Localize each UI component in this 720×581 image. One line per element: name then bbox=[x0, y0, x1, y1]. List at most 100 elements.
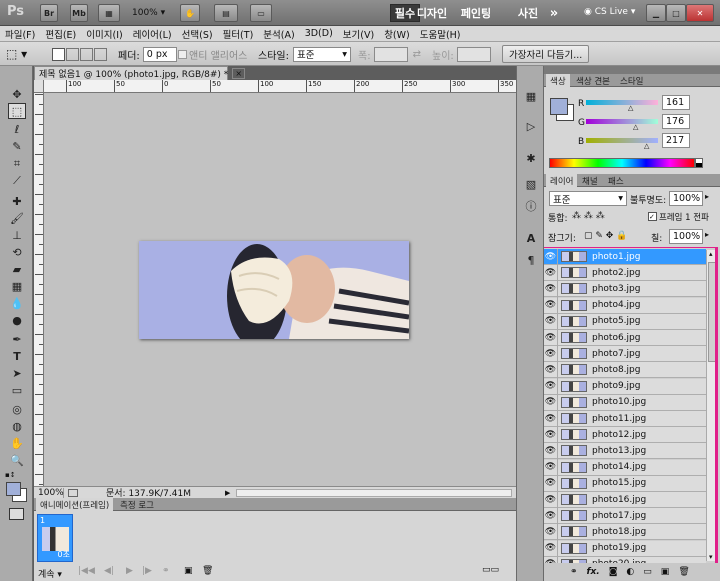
menu-layer[interactable]: 레이어(L) bbox=[128, 27, 177, 41]
type-panel-icon[interactable]: A bbox=[523, 230, 539, 246]
arrange-documents-button[interactable]: ▤ bbox=[214, 4, 238, 22]
refine-edge-button[interactable]: 가장자리 다듬기... bbox=[502, 45, 590, 63]
unify-icons[interactable]: ⁂ ⁂ ⁂ bbox=[572, 211, 605, 221]
scroll-down-arrow[interactable]: ▾ bbox=[709, 553, 713, 561]
first-frame-icon[interactable]: |◀◀ bbox=[78, 566, 95, 576]
hand-tool-icon[interactable]: ✋ bbox=[8, 435, 26, 451]
new-group-icon[interactable]: ▭ bbox=[643, 567, 652, 577]
default-colors-icon[interactable]: ▪↕ bbox=[5, 471, 16, 479]
scroll-thumb[interactable] bbox=[708, 262, 716, 362]
link-layers-icon[interactable]: ⚭ bbox=[570, 567, 578, 577]
loop-options-select[interactable]: 계속 ▾ bbox=[38, 567, 62, 580]
style-select[interactable]: 표준 ▾ bbox=[292, 46, 351, 62]
type-tool-icon[interactable]: T bbox=[8, 348, 26, 364]
zoom-status[interactable]: 100% bbox=[34, 487, 64, 498]
previous-frame-icon[interactable]: ◀| bbox=[104, 566, 114, 576]
menu-select[interactable]: 선택(S) bbox=[177, 27, 218, 41]
layer-row[interactable]: 👁 photo17.jpg bbox=[544, 507, 706, 525]
3d-orbit-tool-icon[interactable]: ◍ bbox=[8, 418, 26, 434]
layer-row[interactable]: 👁 photo18.jpg bbox=[544, 523, 706, 541]
delete-frame-icon[interactable]: 🗑 bbox=[202, 566, 213, 576]
menu-window[interactable]: 창(W) bbox=[379, 27, 415, 41]
layer-row[interactable]: 👁 photo7.jpg bbox=[544, 345, 706, 363]
add-selection-icon[interactable] bbox=[66, 47, 79, 61]
zoom-level-select[interactable]: 100% ▾ bbox=[132, 8, 165, 18]
menu-help[interactable]: 도움말(H) bbox=[415, 27, 466, 41]
layer-row[interactable]: 👁 photo5.jpg bbox=[544, 313, 706, 330]
tab-paths[interactable]: 패스 bbox=[604, 174, 628, 187]
layer-row[interactable]: 👁 photo4.jpg bbox=[544, 297, 706, 314]
horizontal-scrollbar[interactable] bbox=[236, 488, 512, 497]
selection-mode-buttons[interactable] bbox=[52, 42, 107, 66]
history-brush-tool-icon[interactable]: ⟲ bbox=[8, 244, 26, 260]
brush-tool-icon[interactable]: 🖌 bbox=[8, 210, 26, 226]
clone-stamp-tool-icon[interactable]: ⊥ bbox=[8, 227, 26, 243]
status-preview-icon[interactable] bbox=[68, 488, 78, 497]
layer-row[interactable]: 👁 photo9.jpg bbox=[544, 378, 706, 395]
antialias-checkbox[interactable] bbox=[178, 49, 187, 59]
layer-visibility-eye-icon[interactable]: 👁 bbox=[544, 459, 558, 476]
r-slider[interactable] bbox=[586, 100, 658, 105]
layer-row[interactable]: 👁 photo12.jpg bbox=[544, 426, 706, 444]
layer-visibility-eye-icon[interactable]: 👁 bbox=[544, 491, 558, 508]
path-select-tool-icon[interactable]: ➤ bbox=[8, 365, 26, 381]
crop-tool-icon[interactable]: ⌗ bbox=[8, 156, 26, 172]
g-value-input[interactable]: 176 bbox=[662, 114, 690, 129]
eraser-tool-icon[interactable]: ▰ bbox=[8, 261, 26, 277]
layer-visibility-eye-icon[interactable]: 👁 bbox=[544, 426, 558, 443]
layer-visibility-eye-icon[interactable]: 👁 bbox=[544, 540, 558, 557]
layer-row[interactable]: 👁 photo2.jpg bbox=[544, 264, 706, 282]
layer-row[interactable]: 👁 photo14.jpg bbox=[544, 459, 706, 476]
layer-visibility-eye-icon[interactable]: 👁 bbox=[544, 361, 558, 378]
foreground-color-swatch[interactable] bbox=[6, 482, 21, 496]
gradient-tool-icon[interactable]: ▦ bbox=[8, 278, 26, 294]
b-value-input[interactable]: 217 bbox=[662, 133, 690, 148]
intersect-selection-icon[interactable] bbox=[94, 47, 107, 61]
menu-filter[interactable]: 필터(T) bbox=[218, 27, 259, 41]
scroll-up-arrow[interactable]: ▴ bbox=[709, 250, 713, 258]
3d-rotate-tool-icon[interactable]: ◎ bbox=[8, 401, 26, 417]
g-slider-thumb[interactable]: △ bbox=[633, 123, 638, 131]
vertical-ruler[interactable] bbox=[34, 80, 44, 486]
layer-visibility-eye-icon[interactable]: 👁 bbox=[544, 378, 558, 395]
maximize-button[interactable]: □ bbox=[666, 4, 686, 22]
layer-visibility-eye-icon[interactable]: 👁 bbox=[544, 507, 558, 524]
menu-view[interactable]: 보기(V) bbox=[338, 27, 379, 41]
spectrum-black-white[interactable] bbox=[695, 158, 703, 168]
tab-animation-frames[interactable]: 애니메이션(프레임) bbox=[36, 498, 114, 511]
quick-mask-icon[interactable] bbox=[9, 508, 24, 520]
dodge-tool-icon[interactable]: ● bbox=[8, 312, 26, 328]
tool-preset-picker[interactable]: ⬚ ▾ bbox=[6, 42, 27, 66]
layer-visibility-eye-icon[interactable]: 👁 bbox=[544, 297, 558, 314]
color-fg-swatch[interactable] bbox=[550, 98, 568, 115]
swap-icon[interactable]: ⇄ bbox=[413, 49, 421, 60]
animation-frame-1[interactable]: 1 0초 bbox=[37, 514, 73, 562]
color-spectrum-bar[interactable] bbox=[549, 158, 695, 168]
layer-mask-icon[interactable]: ◙ bbox=[609, 567, 618, 577]
layer-visibility-eye-icon[interactable]: 👁 bbox=[544, 394, 558, 411]
tab-color[interactable]: 색상 bbox=[546, 74, 570, 87]
fill-input[interactable]: 100% bbox=[669, 229, 703, 244]
layer-row[interactable]: 👁 photo3.jpg bbox=[544, 280, 706, 298]
delete-layer-icon[interactable]: 🗑 bbox=[678, 567, 689, 577]
tween-icon[interactable]: ⚭ bbox=[162, 566, 170, 576]
actions-icon[interactable]: ▷ bbox=[523, 118, 539, 134]
blend-mode-select[interactable]: 표준 ▾ bbox=[549, 191, 627, 206]
tab-styles[interactable]: 스타일 bbox=[616, 74, 647, 87]
horizontal-ruler[interactable]: 10050050100150200250300350400450 bbox=[44, 80, 516, 93]
workspace-painting[interactable]: 페인팅 bbox=[446, 4, 506, 22]
propagate-checkbox[interactable]: ✓ bbox=[648, 212, 657, 221]
layer-visibility-eye-icon[interactable]: 👁 bbox=[544, 280, 558, 297]
menu-edit[interactable]: 편집(E) bbox=[40, 27, 81, 41]
lock-icons[interactable]: ▢ ✎ ✥ 🔒 bbox=[584, 231, 627, 241]
layers-scrollbar[interactable]: ▴ ▾ bbox=[706, 250, 717, 561]
fill-arrow[interactable]: ▸ bbox=[705, 230, 709, 239]
height-input[interactable] bbox=[456, 46, 491, 62]
frame-delay[interactable]: 0초 bbox=[58, 549, 70, 560]
paragraph-icon[interactable]: ¶ bbox=[523, 252, 539, 268]
ruler-origin[interactable] bbox=[34, 80, 44, 93]
pen-tool-icon[interactable]: ✒ bbox=[8, 331, 26, 347]
layer-row[interactable]: 👁 photo6.jpg bbox=[544, 329, 706, 346]
tab-measurement-log[interactable]: 측정 로그 bbox=[116, 498, 158, 511]
mini-bridge-button[interactable]: Mb bbox=[70, 4, 88, 22]
